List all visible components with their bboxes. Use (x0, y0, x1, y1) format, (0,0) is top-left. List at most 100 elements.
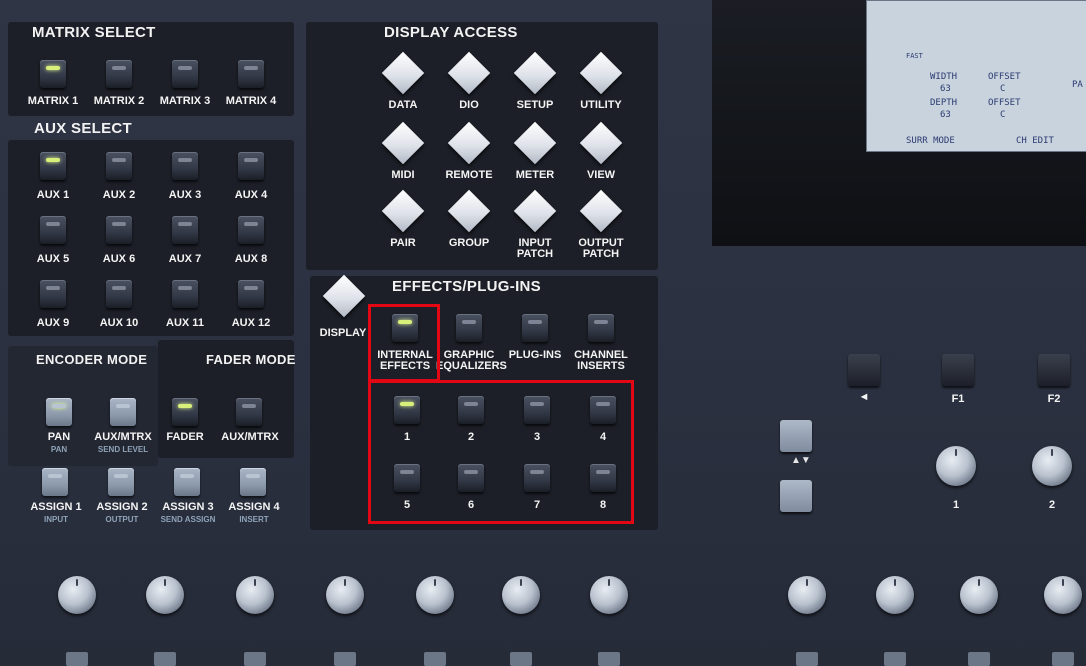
rotary-knob-icon[interactable] (326, 576, 364, 614)
matrix-2-button[interactable] (106, 60, 132, 88)
rotary-knob-icon[interactable] (960, 576, 998, 614)
effect-category-2-button[interactable] (456, 314, 482, 342)
led-icon (178, 158, 192, 162)
assign-3-button[interactable] (174, 468, 200, 496)
aux-7-label: AUX 7 (168, 253, 202, 265)
lcd-offset-value[interactable]: C (1000, 84, 1005, 94)
channel-select-button[interactable] (244, 652, 266, 666)
aux-10-label: AUX 10 (99, 317, 139, 329)
matrix-4-button[interactable] (238, 60, 264, 88)
meter-label: METER (515, 169, 555, 181)
aux-12-button[interactable] (238, 280, 264, 308)
rotary-knob-icon[interactable] (1032, 446, 1072, 486)
remote-label: REMOTE (445, 169, 493, 181)
fader-aux-mtrx-button[interactable] (236, 398, 262, 426)
scroll-up-key[interactable] (780, 420, 812, 452)
aux-7-button[interactable] (172, 216, 198, 244)
channel-select-button[interactable] (1052, 652, 1074, 666)
view-label: VIEW (586, 169, 616, 181)
mixing-console-surface: MATRIX SELECT MATRIX 1 MATRIX 2 MATRIX 3 MA… (0, 0, 1086, 666)
f2-key[interactable] (1038, 354, 1070, 386)
matrix-1-button[interactable] (40, 60, 66, 88)
output-patch-label: OUTPUT PATCH (578, 237, 624, 260)
midi-label: MIDI (391, 169, 415, 181)
f2-label: F2 (1047, 393, 1061, 405)
fader-button[interactable] (172, 398, 198, 426)
rotary-knob-icon[interactable] (58, 576, 96, 614)
led-icon (52, 404, 66, 408)
lcd-depth-value[interactable]: 63 (940, 110, 951, 120)
fader-aux-mtrx-label: AUX/MTRX (221, 431, 279, 443)
assign-4-label: ASSIGN 4 (228, 501, 280, 513)
lcd-width-value[interactable]: 63 (940, 84, 951, 94)
led-icon (112, 286, 126, 290)
aux-2-button[interactable] (106, 152, 132, 180)
aux-11-label: AUX 11 (166, 317, 204, 329)
assign-1-sub-label: INPUT (44, 515, 68, 524)
assign-2-button[interactable] (108, 468, 134, 496)
rotary-knob-icon[interactable] (502, 576, 540, 614)
effect-category-4-button[interactable] (588, 314, 614, 342)
aux-1-label: AUX 1 (36, 189, 70, 201)
assign-1-button[interactable] (42, 468, 68, 496)
rotary-knob-icon[interactable] (416, 576, 454, 614)
effect-category-4-label: CHANNEL INSERTS (574, 349, 628, 372)
rotary-knob-icon[interactable] (590, 576, 628, 614)
aux-3-button[interactable] (172, 152, 198, 180)
aux-9-button[interactable] (40, 280, 66, 308)
aux-1-button[interactable] (40, 152, 66, 180)
led-icon (112, 66, 126, 70)
aux-2-label: AUX 2 (102, 189, 136, 201)
lcd-offset2-value[interactable]: C (1000, 110, 1005, 120)
lcd-tab-ch-edit[interactable]: CH EDIT (1016, 136, 1054, 146)
channel-select-button[interactable] (510, 652, 532, 666)
aux-11-button[interactable] (172, 280, 198, 308)
lcd-tab-surr-mode[interactable]: SURR MODE (906, 136, 955, 146)
aux-10-button[interactable] (106, 280, 132, 308)
channel-select-button[interactable] (66, 652, 88, 666)
channel-select-button[interactable] (154, 652, 176, 666)
f1-key[interactable] (942, 354, 974, 386)
aux-5-button[interactable] (40, 216, 66, 244)
rotary-knob-icon[interactable] (876, 576, 914, 614)
channel-select-button[interactable] (334, 652, 356, 666)
channel-select-button[interactable] (598, 652, 620, 666)
left-arrow-key[interactable] (848, 354, 880, 386)
matrix-3-button[interactable] (172, 60, 198, 88)
pan-button[interactable] (46, 398, 72, 426)
rotary-knob-icon[interactable] (236, 576, 274, 614)
aux-4-button[interactable] (238, 152, 264, 180)
assign-3-label: ASSIGN 3 (162, 501, 214, 513)
scroll-down-key[interactable] (780, 480, 812, 512)
led-icon (594, 320, 608, 324)
knob-1-label: 1 (952, 499, 960, 511)
knob-2-label: 2 (1048, 499, 1056, 511)
encoder-aux-mtrx-button[interactable] (110, 398, 136, 426)
assign-4-button[interactable] (240, 468, 266, 496)
display-key-label: DISPLAY (319, 327, 367, 339)
led-icon (116, 404, 130, 408)
fader-mode-title: FADER MODE (206, 352, 296, 367)
aux-4-label: AUX 4 (234, 189, 268, 201)
rotary-knob-icon[interactable] (146, 576, 184, 614)
aux-8-label: AUX 8 (234, 253, 268, 265)
rotary-knob-icon[interactable] (788, 576, 826, 614)
aux-5-label: AUX 5 (36, 253, 70, 265)
aux-8-button[interactable] (238, 216, 264, 244)
assign-2-sub-label: OUTPUT (105, 515, 139, 524)
internal-effects-highlight (368, 304, 440, 382)
channel-select-button[interactable] (796, 652, 818, 666)
led-icon (242, 404, 256, 408)
effects-title: EFFECTS/PLUG-INS (392, 278, 541, 295)
channel-select-button[interactable] (424, 652, 446, 666)
data-label: DATA (388, 99, 418, 111)
assign-3-sub-label: SEND ASSIGN (160, 515, 216, 524)
aux-12-label: AUX 12 (231, 317, 271, 329)
rotary-knob-icon[interactable] (936, 446, 976, 486)
effect-category-3-button[interactable] (522, 314, 548, 342)
fader-label: FADER (166, 431, 204, 443)
channel-select-button[interactable] (968, 652, 990, 666)
channel-select-button[interactable] (884, 652, 906, 666)
aux-6-button[interactable] (106, 216, 132, 244)
rotary-knob-icon[interactable] (1044, 576, 1082, 614)
